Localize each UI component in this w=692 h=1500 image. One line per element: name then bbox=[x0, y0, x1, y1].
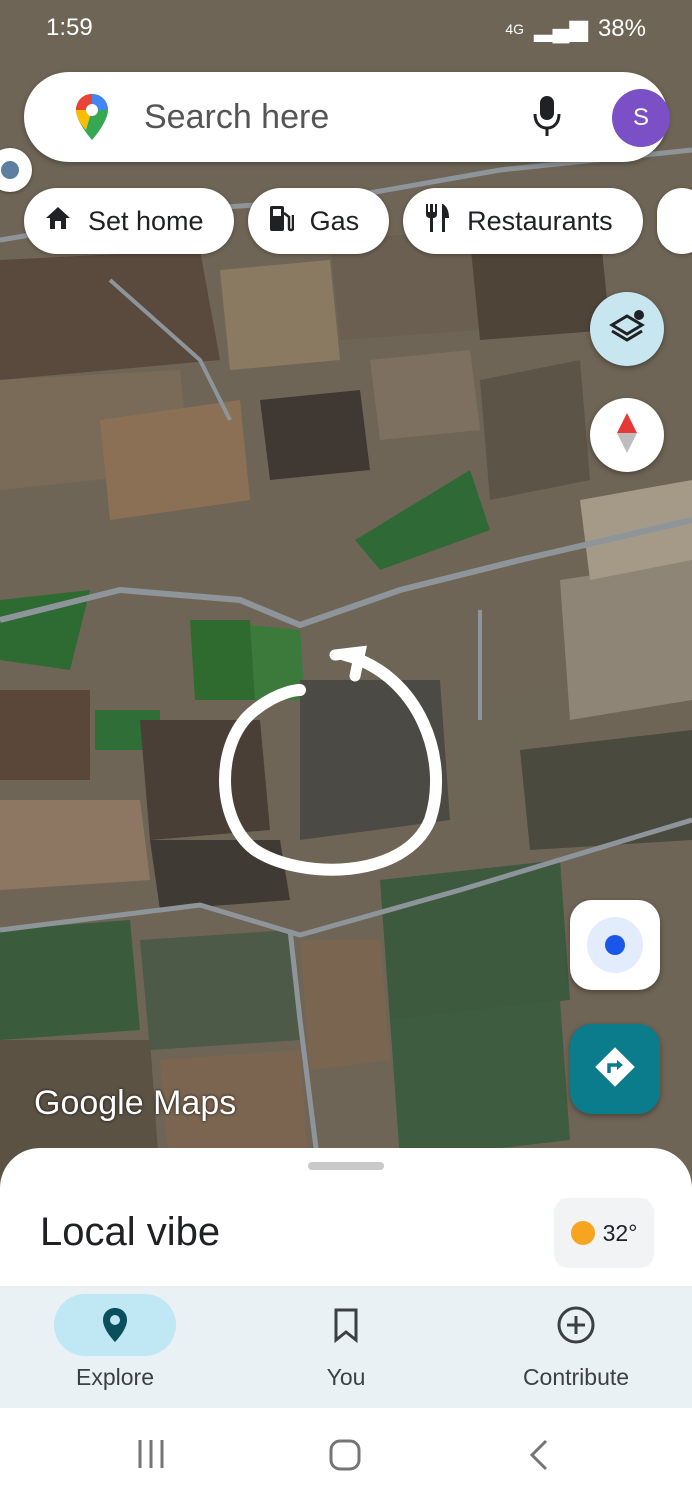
sun-icon bbox=[570, 1221, 595, 1245]
bookmark-icon bbox=[285, 1294, 407, 1356]
category-chips: Set home Gas Restaurants bbox=[24, 188, 692, 258]
bottom-sheet[interactable]: Local vibe 32° bbox=[0, 1148, 692, 1288]
restaurant-icon bbox=[423, 202, 451, 241]
chip-label: Gas bbox=[309, 205, 360, 236]
weather-temperature: 32° bbox=[602, 1219, 638, 1246]
location-dot-icon bbox=[587, 917, 643, 973]
nav-explore[interactable]: Explore bbox=[40, 1286, 190, 1408]
signal-icon: ▂▄▆ bbox=[534, 15, 588, 42]
chip-gas[interactable]: Gas bbox=[247, 188, 390, 254]
add-circle-icon bbox=[515, 1294, 637, 1356]
drag-handle[interactable] bbox=[308, 1162, 384, 1170]
nav-contribute[interactable]: Contribute bbox=[501, 1286, 651, 1408]
chip-set-home[interactable]: Set home bbox=[24, 188, 234, 254]
status-time: 1:59 bbox=[46, 14, 93, 41]
microphone-icon[interactable] bbox=[532, 94, 562, 143]
satellite-map[interactable] bbox=[0, 0, 692, 1180]
my-location-button[interactable] bbox=[570, 900, 660, 990]
back-icon[interactable] bbox=[526, 1438, 550, 1477]
layers-icon bbox=[608, 308, 646, 351]
google-maps-logo-icon bbox=[74, 92, 110, 147]
compass-icon bbox=[615, 411, 639, 460]
sheet-title: Local vibe bbox=[40, 1210, 221, 1254]
search-bar[interactable]: Search here S bbox=[24, 72, 670, 162]
bottom-navigation: Explore You Contribute bbox=[0, 1286, 692, 1408]
chip-label: Restaurants bbox=[467, 205, 613, 236]
account-avatar[interactable]: S bbox=[612, 89, 670, 147]
gas-station-icon bbox=[268, 203, 294, 240]
nav-label: Contribute bbox=[522, 1364, 630, 1390]
chip-label: Set home bbox=[88, 205, 204, 236]
home-button-icon[interactable] bbox=[328, 1438, 362, 1477]
system-navigation-bar bbox=[0, 1408, 692, 1500]
directions-button[interactable] bbox=[570, 1024, 660, 1114]
chip-restaurants[interactable]: Restaurants bbox=[403, 188, 643, 254]
layers-button[interactable] bbox=[590, 292, 664, 366]
status-right: 4G ▂▄▆ 38% bbox=[505, 14, 646, 43]
search-input[interactable]: Search here bbox=[144, 98, 329, 137]
google-maps-watermark: Google Maps bbox=[34, 1084, 237, 1122]
network-label: 4G bbox=[505, 20, 525, 37]
map-imagery bbox=[0, 0, 692, 1180]
nav-you[interactable]: You bbox=[271, 1286, 421, 1408]
status-bar: 1:59 4G ▂▄▆ 38% bbox=[0, 0, 692, 58]
location-pin-icon bbox=[54, 1294, 176, 1356]
chip-more[interactable] bbox=[656, 188, 692, 254]
compass-button[interactable] bbox=[590, 398, 664, 472]
home-icon bbox=[44, 205, 72, 238]
weather-badge[interactable]: 32° bbox=[554, 1198, 654, 1268]
nav-label: You bbox=[326, 1364, 366, 1390]
nav-label: Explore bbox=[76, 1364, 154, 1390]
battery-level: 38% bbox=[597, 14, 646, 42]
directions-icon bbox=[593, 1045, 637, 1094]
recent-apps-icon[interactable] bbox=[136, 1438, 166, 1475]
